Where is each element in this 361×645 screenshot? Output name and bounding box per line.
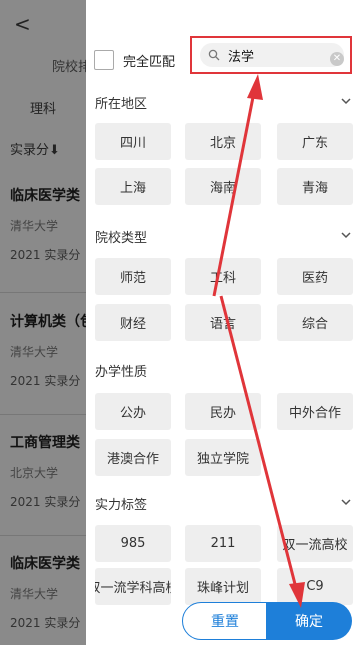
divider (0, 414, 86, 415)
chip-school-type[interactable]: 工科 (185, 258, 261, 295)
chip-ownership[interactable]: 公办 (95, 393, 171, 430)
divider (0, 292, 86, 293)
chip-region[interactable]: 上海 (95, 168, 171, 205)
list-item[interactable]: 临床医学类 清华大学 2021 实录分 (10, 185, 90, 263)
chip-ownership[interactable]: 中外合作 (277, 393, 353, 430)
sort-by-score[interactable]: 实录分⬇ (10, 139, 60, 158)
search-value: 法学 (228, 49, 255, 65)
list-item[interactable]: 临床医学类 清华大学 2021 实录分 (10, 553, 90, 631)
clear-icon[interactable]: ✕ (330, 52, 344, 66)
exact-match-toggle[interactable]: 完全匹配 (94, 50, 175, 70)
major-title: 计算机类（包 (10, 314, 90, 330)
section-title-school-type: 院校类型 (95, 231, 148, 246)
reset-button[interactable]: 重置 (182, 602, 268, 640)
chip-ownership[interactable]: 民办 (185, 393, 261, 430)
chip-strength[interactable]: 双一流高校 (277, 525, 353, 562)
divider (0, 535, 86, 536)
search-highlight-box: 法学 (190, 36, 352, 74)
exact-match-checkbox[interactable] (94, 50, 114, 70)
chip-school-type[interactable]: 语言 (185, 304, 261, 341)
year-score: 2021 实录分 (10, 374, 81, 388)
major-title: 临床医学类 (10, 188, 80, 204)
chip-region[interactable]: 广东 (277, 123, 353, 160)
science-tab[interactable]: 理科 (30, 98, 56, 117)
chip-strength[interactable]: 985 (95, 525, 171, 562)
chip-ownership[interactable]: 港澳合作 (95, 439, 171, 476)
chip-ownership[interactable]: 独立学院 (185, 439, 261, 476)
chip-strength[interactable]: C9 (277, 568, 353, 605)
chevron-down-icon[interactable] (340, 95, 352, 107)
chip-school-type[interactable]: 综合 (277, 304, 353, 341)
section-title-strength: 实力标签 (95, 498, 148, 513)
major-title: 临床医学类 (10, 556, 80, 572)
chevron-down-icon[interactable] (340, 229, 352, 241)
section-title-ownership: 办学性质 (95, 365, 148, 380)
university-name: 清华大学 (10, 219, 59, 233)
year-score: 2021 实录分 (10, 248, 81, 262)
list-item[interactable]: 工商管理类 北京大学 2021 实录分 (10, 432, 90, 510)
back-arrow-icon[interactable]: < (14, 12, 31, 36)
university-name: 北京大学 (10, 466, 59, 480)
chip-school-type[interactable]: 师范 (95, 258, 171, 295)
chip-strength[interactable]: 双一流学科高校 (95, 568, 171, 605)
major-title: 工商管理类 (10, 435, 80, 451)
chip-strength[interactable]: 珠峰计划 (185, 568, 261, 605)
section-title-region: 所在地区 (95, 97, 148, 112)
chip-region[interactable]: 四川 (95, 123, 171, 160)
search-icon (206, 47, 222, 63)
search-input[interactable]: 法学 (200, 43, 344, 67)
chip-strength[interactable]: 211 (185, 525, 261, 562)
chip-school-type[interactable]: 医药 (277, 258, 353, 295)
university-name: 清华大学 (10, 587, 59, 601)
chevron-down-icon[interactable] (340, 496, 352, 508)
chip-region[interactable]: 青海 (277, 168, 353, 205)
year-score: 2021 实录分 (10, 616, 81, 630)
filter-footer: 重置 确定 (182, 602, 352, 640)
year-score: 2021 实录分 (10, 495, 81, 509)
list-item[interactable]: 计算机类（包 清华大学 2021 实录分 (10, 311, 90, 389)
chip-region[interactable]: 北京 (185, 123, 261, 160)
university-name: 清华大学 (10, 345, 59, 359)
chip-region[interactable]: 海南 (185, 168, 261, 205)
confirm-button[interactable]: 确定 (266, 602, 352, 640)
chip-school-type[interactable]: 财经 (95, 304, 171, 341)
filter-drawer: 完全匹配 法学 ✕ 所在地区 四川 北京 广东 上海 海南 青海 院校类型 师范… (86, 0, 361, 645)
exact-match-label: 完全匹配 (123, 54, 176, 70)
